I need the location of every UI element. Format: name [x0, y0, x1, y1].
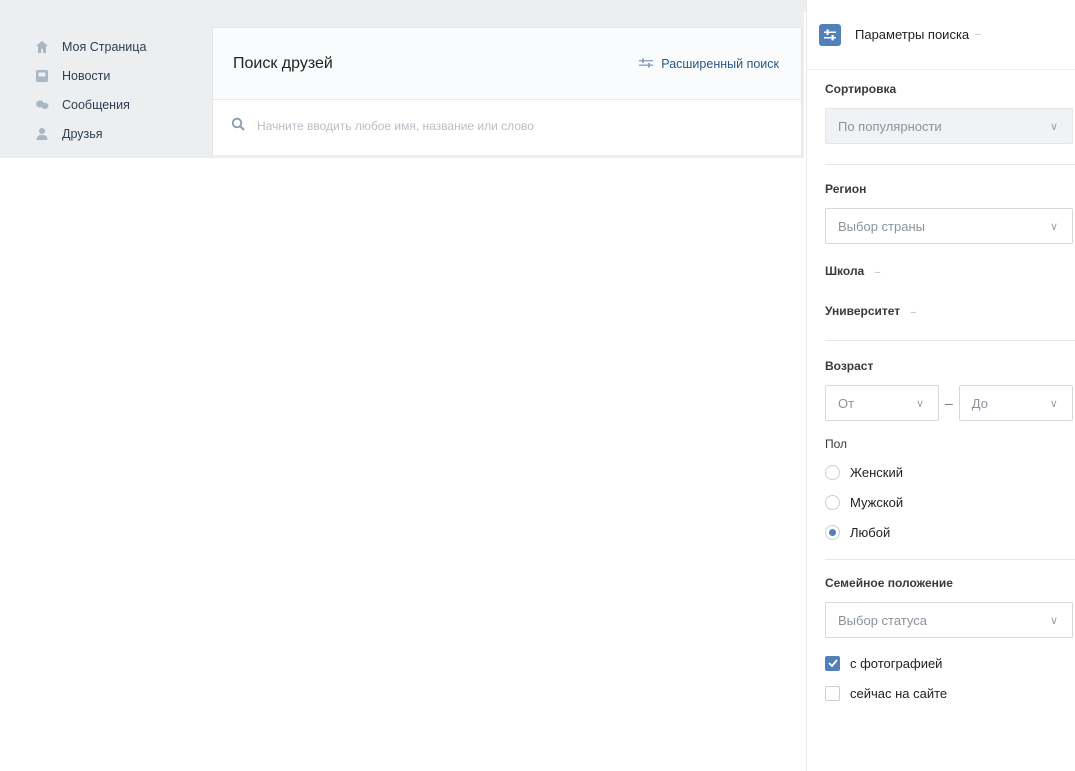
page-title: Поиск друзей — [233, 54, 333, 72]
checkmark-icon — [825, 655, 840, 671]
search-input[interactable] — [257, 119, 757, 133]
filters-icon — [819, 23, 841, 46]
radio-label: Любой — [850, 524, 891, 540]
online-now-checkbox[interactable]: сейчас на сайте — [825, 678, 1075, 708]
filters-title: Параметры поиска — [855, 27, 970, 42]
gender-radio-female[interactable]: Женский — [825, 457, 1075, 487]
chevron-down-icon: ∨ — [915, 397, 924, 410]
university-section: Университет – — [807, 302, 1075, 320]
chevron-down-icon: – — [874, 267, 881, 278]
school-toggle[interactable]: Школа — [825, 264, 864, 278]
age-dash: – — [945, 395, 953, 411]
sort-section: Сортировка По популярности ∨ — [807, 82, 1075, 144]
age-to-value: До — [971, 395, 988, 411]
region-section: Регион Выбор страны ∨ — [807, 182, 1075, 244]
search-card: Поиск друзей Расширенный поиск — [212, 27, 802, 155]
age-row: От ∨ – До ∨ — [825, 385, 1075, 421]
nav-item-friends[interactable]: Друзья — [34, 119, 212, 148]
gender-radio-male[interactable]: Мужской — [825, 487, 1075, 517]
sort-value: По популярности — [838, 118, 942, 134]
country-select[interactable]: Выбор страны ∨ — [825, 208, 1073, 244]
advanced-search-label: Расширенный поиск — [661, 56, 779, 71]
university-toggle[interactable]: Университет — [825, 304, 900, 318]
nav-label: Новости — [62, 68, 111, 83]
sort-label: Сортировка — [825, 82, 897, 96]
filters-header[interactable]: Параметры поиска – — [807, 0, 1075, 70]
status-value: Выбор статуса — [838, 612, 927, 628]
chevron-down-icon: ∨ — [1049, 614, 1058, 627]
checkbox-box — [825, 685, 840, 701]
age-section: Возраст От ∨ – До ∨ — [807, 359, 1075, 421]
left-navigation: Моя Страница Новости Сообщения Друзья — [0, 12, 212, 158]
nav-item-news[interactable]: Новости — [34, 61, 212, 90]
radio-button — [825, 464, 840, 480]
checkbox-section: с фотографией сейчас на сайте — [807, 648, 1075, 708]
with-photo-checkbox[interactable]: с фотографией — [825, 648, 1075, 678]
messages-icon — [34, 97, 50, 113]
divider — [825, 164, 1075, 165]
with-photo-label: с фотографией — [850, 655, 943, 671]
search-filters-panel: Параметры поиска – Сортировка По популяр… — [806, 0, 1075, 771]
divider — [825, 559, 1075, 560]
region-label: Регион — [825, 182, 867, 196]
family-label: Семейное положение — [825, 576, 953, 590]
radio-label: Женский — [850, 464, 903, 480]
nav-label: Друзья — [62, 126, 103, 141]
sort-select[interactable]: По популярности ∨ — [825, 108, 1073, 144]
nav-item-my-page[interactable]: Моя Страница — [34, 32, 212, 61]
age-from-value: От — [838, 395, 855, 411]
radio-label: Мужской — [850, 494, 904, 510]
search-row — [213, 100, 801, 152]
family-section: Семейное положение Выбор статуса ∨ — [807, 576, 1075, 638]
gender-label: Пол — [825, 437, 848, 451]
online-now-label: сейчас на сайте — [850, 685, 948, 701]
home-icon — [34, 39, 50, 55]
chevron-down-icon: ∨ — [1049, 120, 1058, 133]
friends-icon — [34, 126, 50, 142]
age-from-select[interactable]: От ∨ — [825, 385, 939, 421]
main-area: Поиск друзей Расширенный поиск — [212, 12, 804, 158]
school-section: Школа – — [807, 262, 1075, 280]
age-label: Возраст — [825, 359, 874, 373]
top-strip — [0, 0, 810, 12]
search-icon — [231, 117, 245, 136]
nav-item-messages[interactable]: Сообщения — [34, 90, 212, 119]
radio-button-selected — [825, 524, 840, 540]
news-icon — [34, 68, 50, 84]
status-select[interactable]: Выбор статуса ∨ — [825, 602, 1073, 638]
divider — [825, 340, 1075, 341]
radio-dot — [829, 528, 836, 536]
card-header: Поиск друзей Расширенный поиск — [213, 28, 801, 100]
gender-section: Пол Женский Мужской Любой — [807, 437, 1075, 547]
chevron-down-icon: ∨ — [1049, 397, 1058, 410]
nav-label: Моя Страница — [62, 39, 147, 54]
sliders-icon — [639, 57, 654, 71]
age-to-select[interactable]: До ∨ — [958, 385, 1073, 421]
nav-label: Сообщения — [62, 97, 130, 112]
chevron-down-icon: – — [975, 29, 981, 40]
country-value: Выбор страны — [838, 218, 925, 234]
chevron-down-icon: ∨ — [1049, 220, 1058, 233]
advanced-search-link[interactable]: Расширенный поиск — [639, 57, 779, 71]
radio-button — [825, 494, 840, 510]
gender-radio-any[interactable]: Любой — [825, 517, 1075, 547]
chevron-down-icon: – — [910, 307, 917, 318]
